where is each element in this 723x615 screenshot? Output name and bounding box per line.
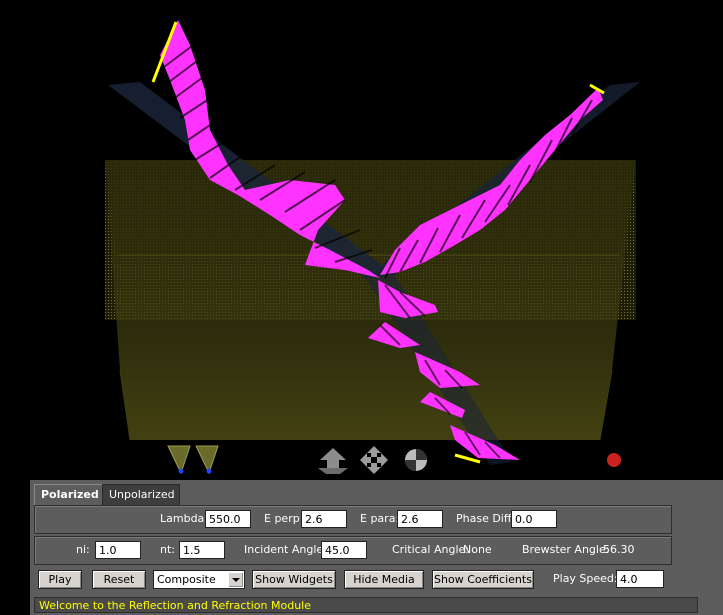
translate-icon[interactable] [318,448,348,474]
epara-label: E para: [360,512,400,525]
epara-field[interactable]: 2.6 [397,510,443,528]
eperp-field[interactable]: 2.6 [301,510,347,528]
nt-label: nt: [160,543,175,556]
move-arrows-icon[interactable] [360,446,388,474]
play-button[interactable]: Play [38,570,82,589]
incident-angle-field[interactable]: 45.0 [321,541,367,559]
incident-angle-label: Incident Angle: [244,543,327,556]
media-parameters-group: ni: 1.0 nt: 1.5 Incident Angle: 45.0 Cri… [34,536,672,565]
show-widgets-button[interactable]: Show Widgets [252,570,336,589]
status-bar: Welcome to the Reflection and Refraction… [34,597,698,613]
phase-diff-label: Phase Diff: [456,512,516,525]
nt-field[interactable]: 1.5 [179,541,225,559]
polarizer-left-icon[interactable] [167,445,191,475]
mode-select-value: Composite [157,573,216,586]
polarizer-right-icon[interactable] [195,445,219,475]
wave-parameters-group: Lambda: 550.0 E perp: 2.6 E para: 2.6 Ph… [34,505,672,534]
mode-select[interactable]: Composite [153,570,245,589]
hide-media-button[interactable]: Hide Media [344,570,424,589]
brewster-angle-value: 56.30 [603,543,635,556]
ni-field[interactable]: 1.0 [95,541,141,559]
play-speed-label: Play Speed: [553,572,618,585]
red-dot-icon[interactable] [607,453,621,467]
control-panel: Polarized Unpolarized Lambda: 550.0 E pe… [30,480,723,615]
ni-label: ni: [76,543,90,556]
transmission-medium [105,160,636,441]
lambda-field[interactable]: 550.0 [205,510,251,528]
brewster-angle-label: Brewster Angle: [522,543,610,556]
lambda-label: Lambda: [160,512,208,525]
play-speed-field[interactable]: 4.0 [616,570,664,588]
wave-viewport[interactable] [0,0,723,480]
tab-unpolarized[interactable]: Unpolarized [102,484,180,505]
reset-button[interactable]: Reset [92,570,146,589]
eperp-label: E perp: [264,512,304,525]
chevron-down-icon[interactable] [228,572,243,587]
show-coefficients-button[interactable]: Show Coefficients [432,570,534,589]
critical-angle-value: None [463,543,492,556]
critical-angle-label: Critical Angle: [392,543,469,556]
rotate-sphere-icon[interactable] [405,449,427,471]
tab-polarized[interactable]: Polarized [34,484,108,505]
phase-diff-field[interactable]: 0.0 [511,510,557,528]
